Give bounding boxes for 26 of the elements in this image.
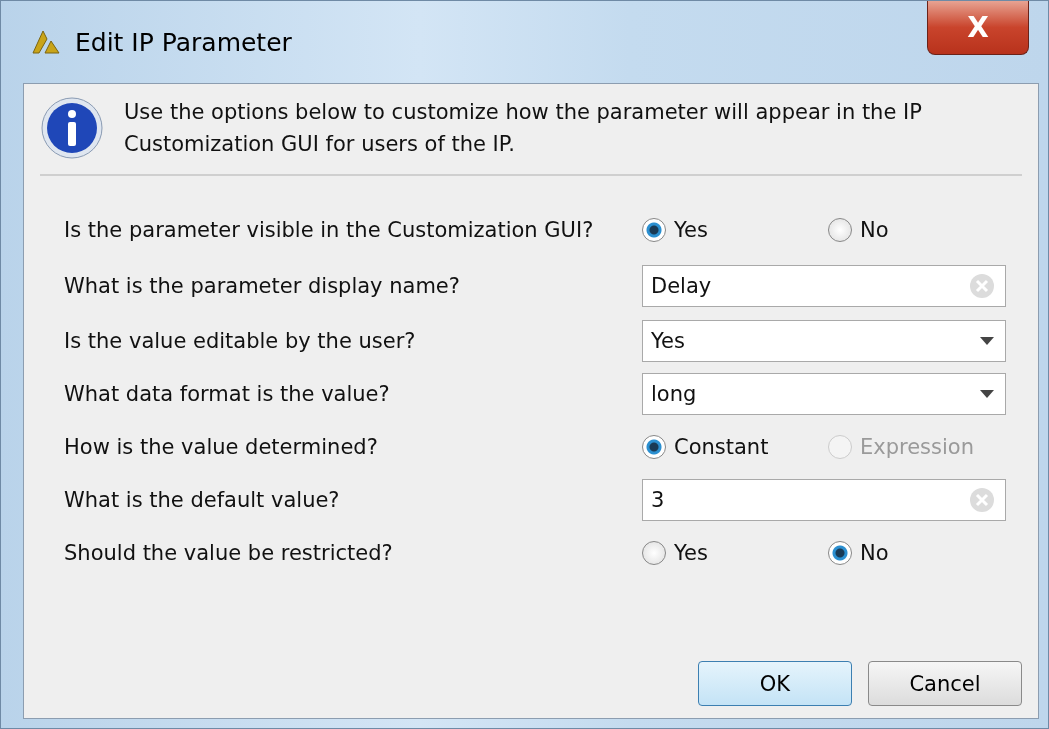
field-label: Is the value editable by the user? [64, 328, 417, 353]
field-label: What is the default value? [64, 487, 341, 512]
dropdown[interactable]: long [642, 372, 1006, 415]
dropdown[interactable]: Yes [642, 319, 1006, 362]
clear-icon[interactable] [969, 486, 995, 513]
field-label: What data format is the value? [64, 381, 391, 406]
caret-icon [979, 335, 995, 346]
radio-option[interactable]: Yes [642, 540, 828, 565]
close-button[interactable]: X [927, 1, 1029, 55]
dialog-button[interactable]: Cancel [868, 661, 1022, 706]
window-title: Edit IP Parameter [75, 27, 292, 57]
field-label: How is the value determined? [64, 434, 379, 459]
radio-option[interactable]: No [828, 540, 1014, 565]
text-field[interactable]: 3 [642, 478, 1006, 521]
dialog-button[interactable]: OK [698, 661, 852, 706]
radio-option[interactable]: No [828, 218, 1014, 242]
caret-icon [979, 388, 995, 399]
radio-option[interactable]: Yes [642, 218, 828, 242]
info-message: Use the options below to customize how the parameter will appear in the IP Customization GUI for users of the IP. [124, 99, 923, 158]
clear-icon[interactable] [969, 273, 995, 299]
radio-option[interactable]: Constant [642, 434, 828, 459]
field-label: Should the value be restricted? [64, 540, 394, 565]
info-icon [40, 96, 104, 160]
text-field[interactable]: Delay [642, 265, 1006, 307]
field-label: What is the parameter display name? [64, 274, 461, 298]
field-label: Is the parameter visible in the Customization GUI? [64, 218, 595, 242]
